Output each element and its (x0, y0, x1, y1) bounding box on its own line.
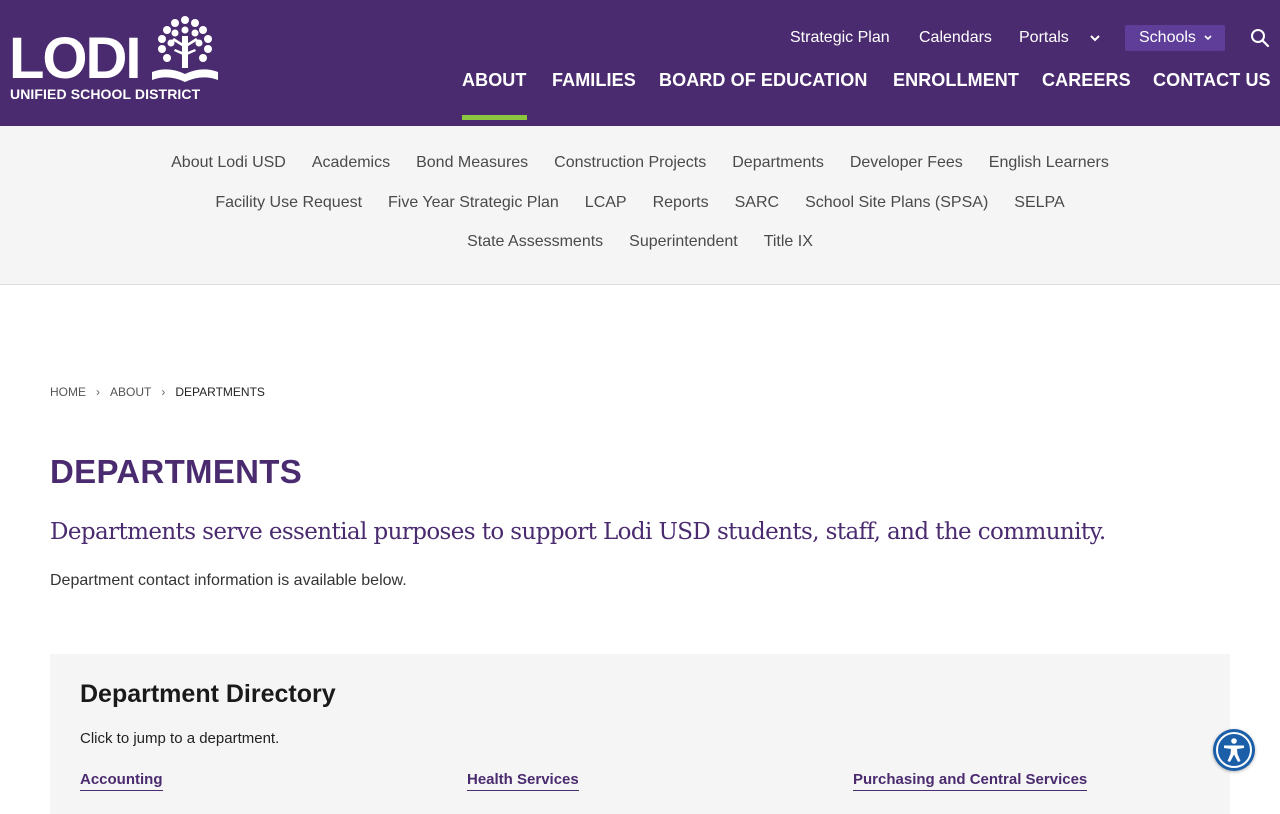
main-nav-families[interactable]: FAMILIES (552, 66, 636, 94)
subnav-link-about-lodi-usd[interactable]: About Lodi USD (171, 154, 286, 172)
subnav-link-bond-measures[interactable]: Bond Measures (416, 154, 528, 172)
page-title: DEPARTMENTS (50, 453, 303, 490)
district-logo[interactable]: LODI UNIFIED SCHOOL DISTRICT (9, 14, 221, 104)
subnav-link-construction-projects[interactable]: Construction Projects (554, 154, 706, 172)
logo-wordmark: LODI (9, 26, 142, 91)
directory-link-accounting[interactable]: Accounting (80, 770, 163, 791)
site-header: LODI UNIFIED SCHOOL DISTRICT Strategic P… (0, 0, 1280, 126)
directory-title: Department Directory (80, 680, 336, 708)
page-body-text: Department contact information is availa… (50, 572, 407, 589)
subnav-link-superintendent[interactable]: Superintendent (629, 233, 738, 251)
accessibility-icon (1216, 732, 1252, 768)
main-nav-board-of-education[interactable]: BOARD OF EDUCATION (659, 66, 867, 94)
subnav-link-facility-use-request[interactable]: Facility Use Request (215, 194, 362, 212)
subnav-link-state-assessments[interactable]: State Assessments (467, 233, 603, 251)
subnav-link-academics[interactable]: Academics (312, 154, 390, 172)
subnav-link-school-site-plans[interactable]: School Site Plans (SPSA) (805, 194, 988, 212)
subnav-row: About Lodi USD Academics Bond Measures Cons… (0, 154, 1280, 172)
main-nav-about[interactable]: ABOUT (462, 66, 527, 94)
chevron-right-icon: › (161, 385, 166, 399)
subnav-link-reports[interactable]: Reports (653, 194, 709, 212)
tree-book-icon (152, 16, 218, 82)
main-nav-enrollment[interactable]: ENROLLMENT (893, 66, 1019, 94)
util-link-strategic-plan[interactable]: Strategic Plan (790, 25, 890, 51)
subnav-link-sarc[interactable]: SARC (735, 194, 779, 212)
logo-subtitle: UNIFIED SCHOOL DISTRICT (10, 86, 201, 102)
subnav-link-five-year-strategic-plan[interactable]: Five Year Strategic Plan (388, 194, 559, 212)
util-link-portals[interactable]: Portals (1019, 25, 1069, 51)
main-nav-contact-us[interactable]: CONTACT US (1153, 66, 1271, 94)
breadcrumb-current: DEPARTMENTS (175, 385, 265, 399)
chevron-right-icon: › (96, 385, 100, 399)
subnav-row: State Assessments Superintendent Title IX (0, 233, 1280, 251)
main-nav-careers[interactable]: CAREERS (1042, 66, 1131, 94)
chevron-down-icon[interactable] (1088, 32, 1102, 44)
page-intro: Departments serve essential purposes to … (50, 519, 1106, 545)
breadcrumb: HOME › ABOUT › DEPARTMENTS (50, 383, 265, 401)
active-nav-indicator (462, 115, 527, 120)
subnav-row: Facility Use Request Five Year Strategic … (0, 194, 1280, 212)
subnav-link-departments[interactable]: Departments (732, 154, 824, 172)
section-subnav: About Lodi USD Academics Bond Measures Cons… (0, 126, 1280, 285)
accessibility-button[interactable] (1213, 729, 1255, 771)
schools-label: Schools (1139, 29, 1196, 46)
subnav-link-developer-fees[interactable]: Developer Fees (850, 154, 963, 172)
breadcrumb-home[interactable]: HOME (50, 385, 86, 399)
subnav-link-lcap[interactable]: LCAP (585, 194, 627, 212)
directory-link-purchasing[interactable]: Purchasing and Central Services (853, 770, 1088, 791)
subnav-link-english-learners[interactable]: English Learners (989, 154, 1109, 172)
schools-dropdown-button[interactable]: Schools (1125, 25, 1225, 51)
subnav-link-selpa[interactable]: SELPA (1014, 194, 1064, 212)
search-icon[interactable] (1250, 28, 1270, 48)
subnav-link-title-ix[interactable]: Title IX (764, 233, 813, 251)
department-directory: Department Directory Click to jump to a … (50, 654, 1230, 814)
chevron-down-icon (1204, 35, 1212, 40)
directory-link-health-services[interactable]: Health Services (467, 770, 579, 791)
breadcrumb-about[interactable]: ABOUT (110, 385, 151, 399)
directory-hint: Click to jump to a department. (80, 730, 280, 747)
util-link-calendars[interactable]: Calendars (919, 25, 992, 51)
